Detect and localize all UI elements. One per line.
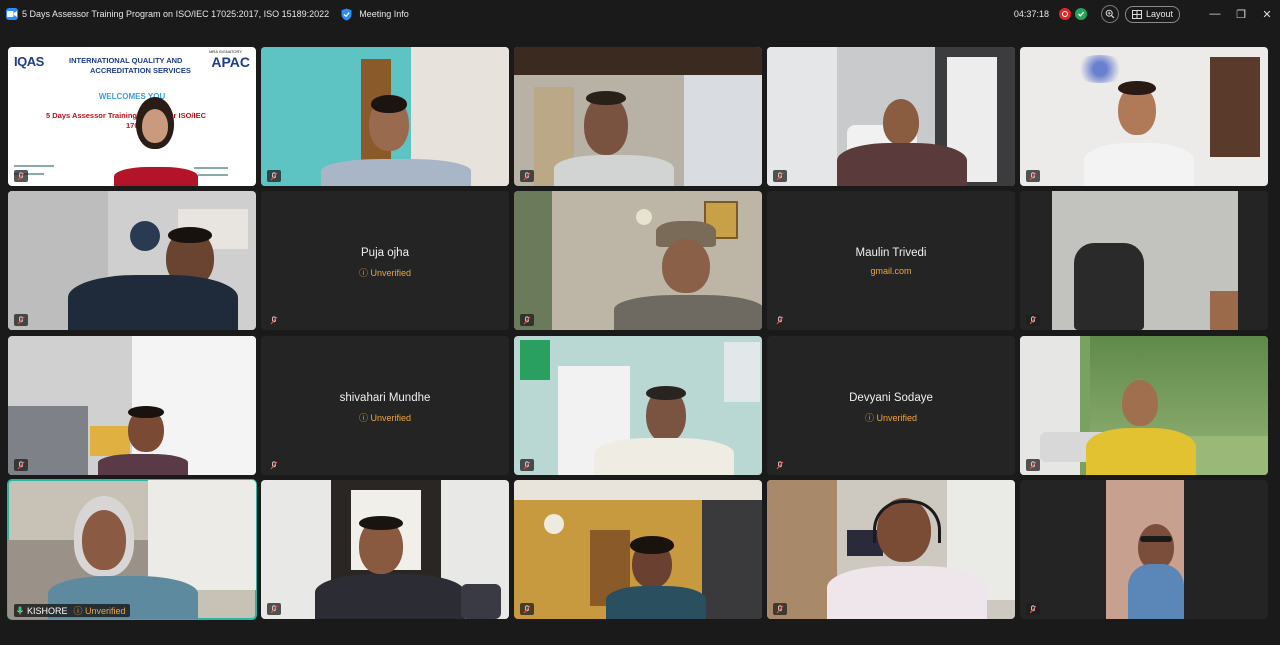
mic-muted-icon (520, 459, 534, 471)
mic-muted-icon (520, 170, 534, 182)
participant-tile-p13[interactable] (514, 336, 762, 475)
mic-muted-icon (267, 459, 281, 471)
video-feed (261, 47, 509, 186)
close-button[interactable]: ✕ (1254, 0, 1280, 28)
video-feed (261, 480, 509, 619)
participant-name: KISHORE (27, 605, 68, 616)
title-bar: 5 Days Assessor Training Program on ISO/… (0, 0, 1280, 28)
iqas-logo: IQAS (14, 54, 44, 69)
participant-tile-p8[interactable] (514, 191, 762, 330)
speaker-name-tag: KISHORE ⓘ Unverified (14, 604, 130, 617)
participant-tile-p15[interactable] (1020, 336, 1268, 475)
participant-name: Maulin Trivedi (855, 247, 927, 259)
participant-status: ⓘ Unverified (864, 413, 918, 423)
minimize-button[interactable]: — (1202, 0, 1228, 28)
restore-button[interactable]: ❐ (1228, 0, 1254, 28)
participant-name: shivahari Mundhe (339, 392, 431, 404)
video-feed (514, 191, 762, 330)
mic-muted-icon (1026, 170, 1040, 182)
participant-tile-p2[interactable] (261, 47, 509, 186)
participant-status: ⓘ Unverified (358, 413, 412, 423)
video-feed (8, 336, 256, 475)
participant-tile-p10[interactable] (1020, 191, 1268, 330)
zoom-app-icon (6, 8, 18, 20)
participant-tile-p3[interactable] (514, 47, 762, 186)
video-feed (767, 480, 1015, 619)
mic-muted-icon (1026, 314, 1040, 326)
org-name-line1: INTERNATIONAL QUALITY AND (69, 56, 183, 65)
participant-tile-p14[interactable]: Devyani Sodaye ⓘ Unverified (767, 336, 1015, 475)
mic-muted-icon (520, 314, 534, 326)
grid-icon (1131, 9, 1142, 19)
video-feed (1020, 336, 1268, 475)
meeting-info-button[interactable]: Meeting Info (359, 9, 409, 19)
participant-tile-p6[interactable] (8, 191, 256, 330)
video-feed (514, 336, 762, 475)
mic-muted-icon (773, 459, 787, 471)
mic-on-icon (16, 606, 24, 616)
participant-status: gmail.com (870, 266, 912, 276)
mic-muted-icon (1026, 603, 1040, 615)
mic-muted-icon (267, 603, 281, 615)
video-feed (767, 47, 1015, 186)
video-feed (1020, 47, 1268, 186)
mic-muted-icon (1026, 459, 1040, 471)
participant-tile-p7[interactable]: Puja ojha ⓘ Unverified (261, 191, 509, 330)
participant-tile-p11[interactable] (8, 336, 256, 475)
participant-name: Puja ojha (361, 247, 409, 259)
participant-tile-p19[interactable] (767, 480, 1015, 619)
mic-muted-icon (14, 170, 28, 182)
mic-muted-icon (14, 459, 28, 471)
slide-heading-line1: 5 Days Assessor Training P per ISO/IEC (46, 111, 207, 120)
mic-muted-icon (773, 603, 787, 615)
participant-tile-p12[interactable]: shivahari Mundhe ⓘ Unverified (261, 336, 509, 475)
mic-muted-icon (520, 603, 534, 615)
slide-welcome: WELCOMES YOU (98, 92, 166, 101)
video-feed (8, 191, 256, 330)
meeting-timer: 04:37:18 (1013, 9, 1049, 19)
participant-name: Devyani Sodaye (849, 392, 933, 404)
mic-muted-icon (773, 314, 787, 326)
zoom-in-icon[interactable] (1100, 5, 1119, 23)
shared-slide: IQAS INTERNATIONAL QUALITY AND ACCREDITA… (8, 47, 256, 186)
participant-tile-p9[interactable]: Maulin Trivedi gmail.com (767, 191, 1015, 330)
video-feed (514, 480, 762, 619)
encryption-icon[interactable] (1074, 8, 1087, 20)
mic-muted-icon (267, 314, 281, 326)
participant-tile-p5[interactable] (1020, 47, 1268, 186)
layout-label: Layout (1145, 9, 1173, 19)
layout-button[interactable]: Layout (1124, 5, 1180, 23)
shield-icon[interactable] (341, 7, 353, 21)
participant-tile-p1[interactable]: IQAS INTERNATIONAL QUALITY AND ACCREDITA… (8, 47, 256, 186)
mic-muted-icon (267, 170, 281, 182)
video-feed (1020, 191, 1268, 330)
participant-tile-p16[interactable]: KISHORE ⓘ Unverified (7, 479, 257, 620)
video-feed (1020, 480, 1268, 619)
meeting-title: 5 Days Assessor Training Program on ISO/… (22, 9, 330, 19)
mic-muted-icon (14, 314, 28, 326)
participant-tile-p4[interactable] (767, 47, 1015, 186)
participant-tile-p18[interactable] (514, 480, 762, 619)
mic-muted-icon (773, 170, 787, 182)
participant-tile-p20[interactable] (1020, 480, 1268, 619)
participant-tile-p17[interactable] (261, 480, 509, 619)
org-name-line2: ACCREDITATION SERVICES (90, 66, 191, 75)
recording-icon[interactable] (1058, 8, 1071, 20)
participant-status: ⓘ Unverified (358, 268, 412, 278)
video-feed (8, 480, 256, 619)
participant-status: ⓘ Unverified (73, 606, 126, 616)
video-feed (514, 47, 762, 186)
apac-logo: APAC (211, 54, 250, 70)
